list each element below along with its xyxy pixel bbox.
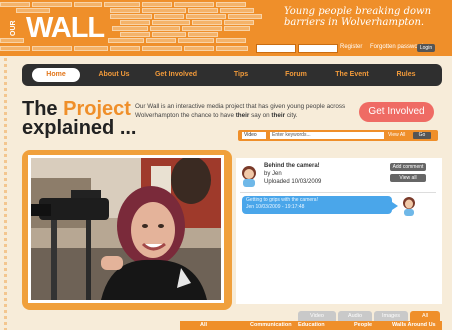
comment-content: Getting to grips with the camera! Jen 10…: [246, 197, 318, 211]
intro-their-2: their: [271, 112, 286, 119]
site-header: OUR WALL Young people breaking down barr…: [0, 0, 452, 56]
user-avatar-icon: [242, 166, 256, 187]
username-field[interactable]: [256, 44, 296, 53]
tagline-line-2: barriers in Wolverhampton.: [284, 17, 425, 28]
nav-the-event[interactable]: The Event: [328, 64, 376, 86]
tab-all[interactable]: All: [410, 311, 440, 321]
intro-end: city.: [286, 112, 298, 119]
go-button[interactable]: Go: [413, 132, 431, 139]
featured-video-image[interactable]: [31, 158, 221, 300]
comment-text: Getting to grips with the camera!: [246, 197, 318, 203]
post-upload-date: Uploaded 10/03/2009: [264, 179, 322, 185]
post-author: by Jen: [264, 171, 282, 177]
commenter-avatar: [402, 196, 416, 216]
comment-meta: Jen 10/03/2009 - 19:17:48: [246, 204, 305, 210]
intro-their: their: [235, 112, 250, 119]
tab-images[interactable]: Images: [374, 311, 408, 321]
logo-wall-text[interactable]: WALL: [26, 12, 105, 45]
add-comment-button[interactable]: Add comment: [390, 163, 426, 171]
forgotten-password-link[interactable]: Forgotten password: [370, 44, 423, 50]
user-avatar-icon: [403, 197, 415, 216]
main-nav: Home About Us Get Involved Tips Forum Th…: [22, 64, 442, 86]
nav-home[interactable]: Home: [32, 68, 80, 82]
page-title-line-2: explained ...: [22, 117, 137, 139]
category-walls-around-us[interactable]: Walls Around Us: [392, 321, 436, 330]
intro-text: Our Wall is an interactive media project…: [135, 102, 355, 120]
nav-get-involved[interactable]: Get Involved: [148, 64, 204, 86]
post-title[interactable]: Behind the camera!: [264, 163, 320, 169]
nav-tips[interactable]: Tips: [226, 64, 256, 86]
view-all-comments-button[interactable]: View all: [390, 174, 426, 182]
tab-video[interactable]: Video: [298, 311, 336, 321]
password-field[interactable]: [298, 44, 338, 53]
login-button[interactable]: Login: [417, 44, 435, 52]
nav-rules[interactable]: Rules: [388, 64, 424, 86]
category-all[interactable]: All: [200, 321, 207, 330]
avatar: [240, 165, 258, 187]
comment-bubble-tail: [392, 202, 398, 210]
category-people[interactable]: People: [354, 321, 372, 330]
tagline-line-1: Young people breaking down: [284, 6, 432, 17]
view-all-link[interactable]: View All: [388, 132, 405, 138]
category-education[interactable]: Education: [298, 321, 325, 330]
search-input[interactable]: Enter keywords...: [270, 132, 384, 139]
category-communication[interactable]: Communication: [250, 321, 292, 330]
search-type-select[interactable]: Video: [242, 132, 266, 139]
tab-audio[interactable]: Audio: [338, 311, 372, 321]
photo-illustration: [31, 158, 221, 300]
divider: [240, 192, 436, 193]
nav-forum[interactable]: Forum: [278, 64, 314, 86]
nav-about-us[interactable]: About Us: [90, 64, 138, 86]
intro-mid: say on: [251, 112, 270, 119]
get-involved-button[interactable]: Get Involved: [359, 102, 434, 122]
decorative-border: [4, 58, 7, 330]
site-tagline: Young people breaking down barriers in W…: [284, 6, 434, 28]
register-link[interactable]: Register: [340, 44, 362, 50]
